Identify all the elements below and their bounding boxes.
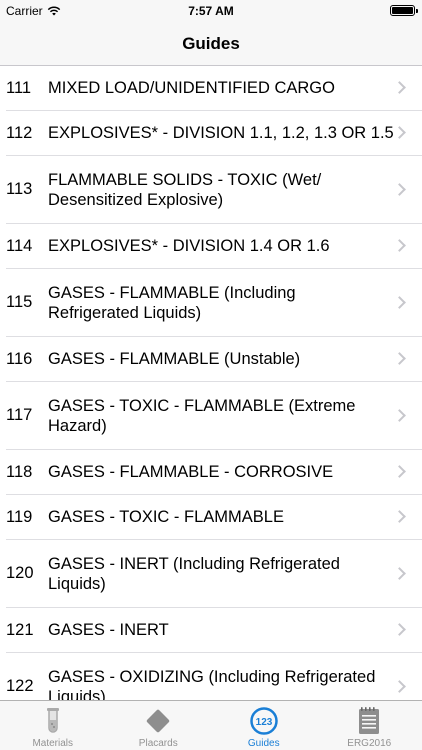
list-item[interactable]: 115 GASES - FLAMMABLE (Including Refriger… [6,269,422,337]
battery-icon [390,5,418,16]
chevron-right-icon [393,182,406,196]
list-item[interactable]: 117 GASES - TOXIC - FLAMMABLE (Extreme Ha… [6,382,422,450]
guide-number: 114 [6,236,33,255]
tab-placards[interactable]: Placards [106,701,212,750]
top-bar: Carrier 7:57 AM Guides [0,0,422,66]
guide-number: 118 [6,462,33,481]
list-item[interactable]: 113 FLAMMABLE SOLIDS - TOXIC (Wet/Desens… [6,156,422,224]
guide-name: GASES - INERT [48,621,169,639]
guide-name: EXPLOSIVES* - DIVISION 1.4 OR 1.6 [48,237,330,255]
chevron-right-icon [393,239,406,252]
status-time: 7:57 AM [188,4,234,18]
guide-number: 117 [6,406,33,424]
guide-name: GASES - FLAMMABLE (Including Refrigerated… [48,283,296,322]
status-bar: Carrier 7:57 AM [0,0,422,22]
chevron-right-icon [393,352,406,365]
guide-number: 121 [6,620,34,639]
guide-name: GASES - TOXIC - FLAMMABLE (Extreme Hazard… [48,396,356,435]
guide-number: 116 [6,349,33,368]
guide-number: 122 [6,677,34,695]
guide-number: 111 [6,78,32,97]
guide-name: GASES - OXIDIZING (Including Refrigerate… [48,667,376,701]
chevron-right-icon [393,408,406,422]
tab-guides[interactable]: 123 Guides [211,701,317,750]
chevron-right-icon [393,623,406,636]
list-item[interactable]: 121 GASES - INERT [6,608,422,653]
tab-label: Guides [247,738,280,749]
chevron-right-icon [393,81,406,94]
list-item[interactable]: 118 GASES - FLAMMABLE - CORROSIVE [6,450,422,495]
guide-number: 115 [6,293,33,311]
chevron-right-icon [393,679,406,693]
chevron-right-icon [393,510,406,523]
tab-materials[interactable]: Materials [0,701,106,750]
tab-label: Materials [32,738,74,749]
test-tube-icon [38,706,68,736]
guide-name: MIXED LOAD/UNIDENTIFIED CARGO [48,79,335,97]
chevron-right-icon [393,465,406,478]
guide-number: 113 [6,180,33,198]
chevron-right-icon [393,566,406,580]
guide-number: 120 [6,564,34,582]
list-item[interactable]: 119 GASES - TOXIC - FLAMMABLE [6,495,422,540]
chevron-right-icon [393,295,406,309]
tab-label: Placards [138,738,178,749]
list-item[interactable]: 111 MIXED LOAD/UNIDENTIFIED CARGO [6,66,422,111]
list-item[interactable]: 112 EXPLOSIVES* - DIVISION 1.1, 1.2, 1.3… [6,111,422,156]
tab-erg2016[interactable]: ERG2016 [317,701,422,750]
page-title: Guides [182,34,240,53]
guides-list[interactable]: 111 MIXED LOAD/UNIDENTIFIED CARGO 112 EX… [0,66,422,700]
tab-bar: Materials Placards 123 Guides ERG2016 [0,700,422,750]
tab-label: ERG2016 [347,738,392,749]
guide-name: GASES - FLAMMABLE - CORROSIVE [48,463,334,481]
guide-name: FLAMMABLE SOLIDS - TOXIC (Wet/Desensitiz… [48,170,322,209]
guide-number: 112 [6,123,33,142]
guide-name: GASES - TOXIC - FLAMMABLE [48,508,284,526]
notepad-icon [354,706,384,736]
list-item[interactable]: 122 GASES - OXIDIZING (Including Refrige… [6,653,422,700]
chevron-right-icon [393,126,406,139]
guide-number: 119 [6,507,33,526]
numbers-123-icon: 123 [249,706,279,736]
diamond-placard-icon [143,706,173,736]
list-item[interactable]: 114 EXPLOSIVES* - DIVISION 1.4 OR 1.6 [6,224,422,269]
guide-name: GASES - INERT (Including Refrigerated Liq… [48,554,340,593]
guide-name: GASES - FLAMMABLE (Unstable) [48,350,301,368]
guide-name: EXPLOSIVES* - DIVISION 1.1, 1.2, 1.3 OR … [48,124,394,142]
list-item[interactable]: 120 GASES - INERT (Including Refrigerate… [6,540,422,608]
icon-badge-text: 123 [255,717,272,728]
list-item[interactable]: 116 GASES - FLAMMABLE (Unstable) [6,337,422,382]
